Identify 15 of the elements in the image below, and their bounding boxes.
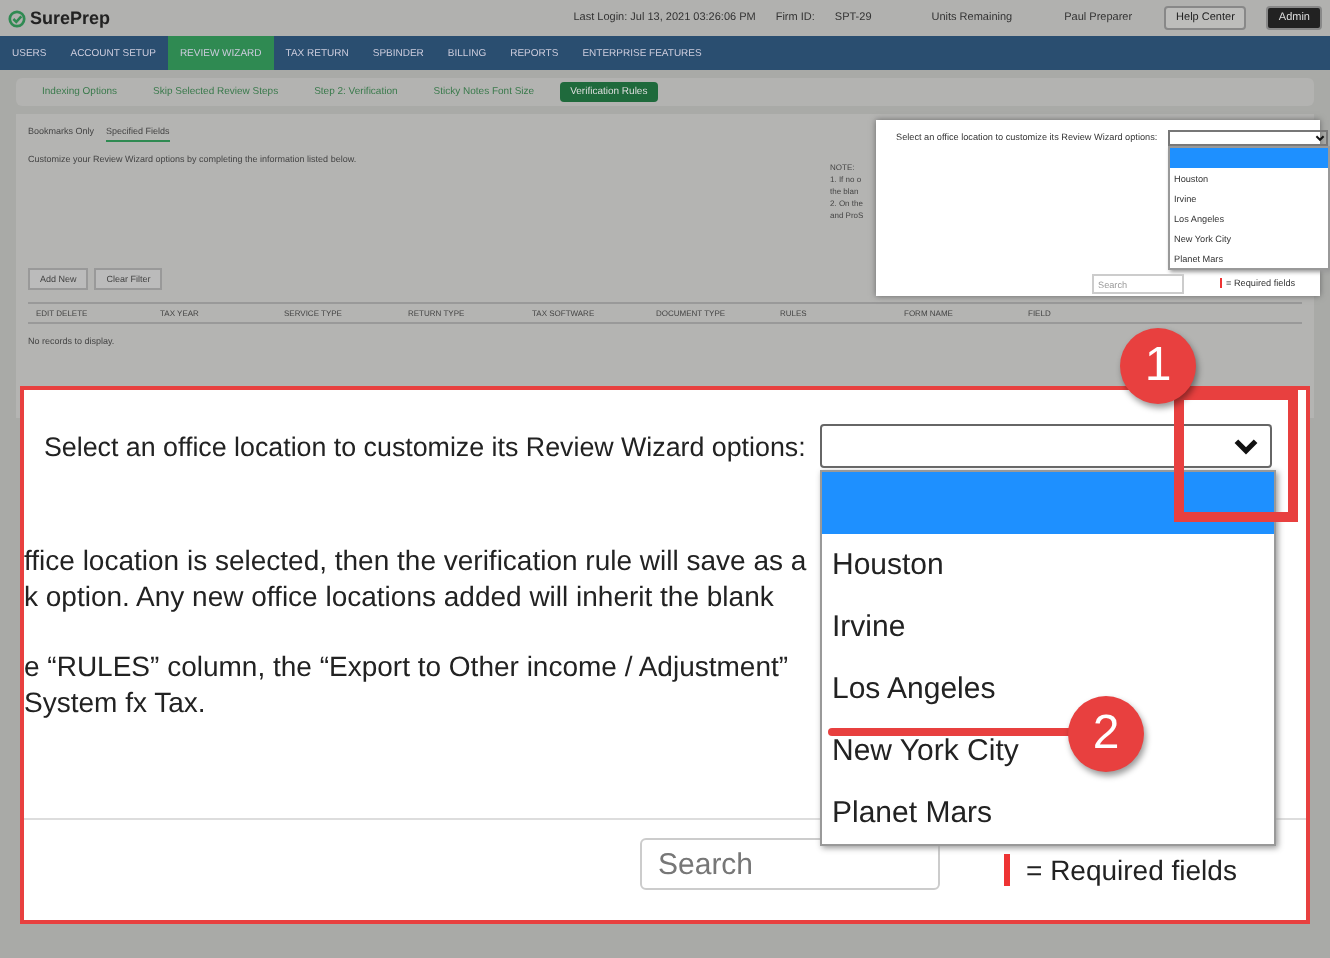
location-option[interactable]: Irvine xyxy=(822,596,1274,658)
location-option[interactable]: Planet Mars xyxy=(822,782,1274,844)
note-text: System fx Tax. xyxy=(24,684,206,720)
location-select[interactable] xyxy=(820,424,1272,468)
chevron-down-icon xyxy=(1314,132,1326,144)
required-legend: = Required fields xyxy=(1004,854,1237,886)
prompt-text: Select an office location to customize its Review Wizard options: xyxy=(44,432,806,462)
location-option[interactable]: Houston xyxy=(822,534,1274,596)
note-text: k option. Any new office locations added will inherit the blank xyxy=(24,578,774,614)
search-field[interactable]: Search xyxy=(640,838,940,890)
location-select[interactable] xyxy=(1168,130,1328,146)
logo-text: SurePrep xyxy=(30,8,111,28)
note-text: ffice location is selected, then the verification rule will save as a xyxy=(24,542,807,578)
check-logo-icon xyxy=(8,9,26,27)
note-text: e “RULES” column, the “Export to Other income / Adjustment” xyxy=(24,648,789,684)
